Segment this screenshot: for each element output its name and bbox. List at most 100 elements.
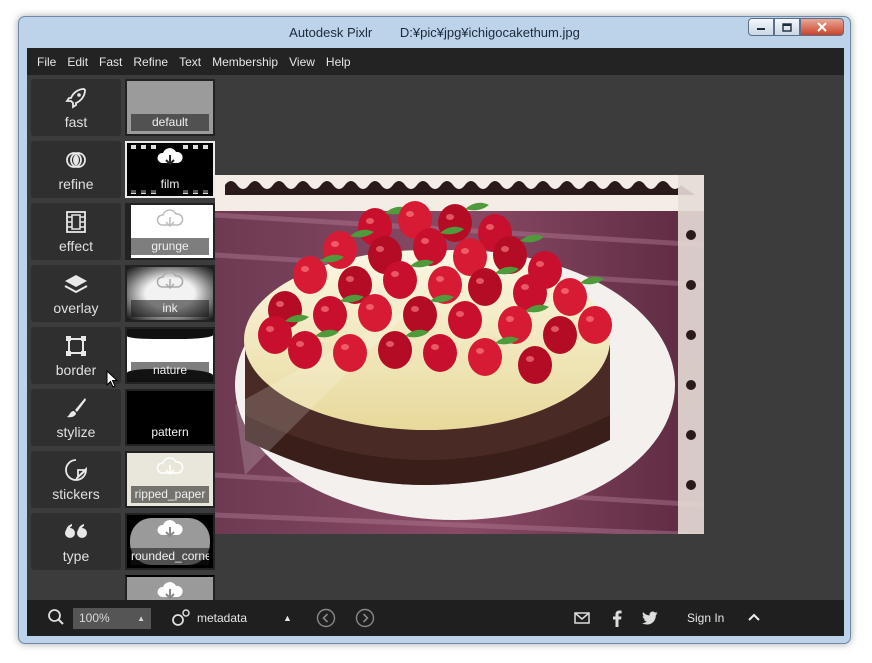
preset-label: default <box>131 114 209 131</box>
menu-text[interactable]: Text <box>179 55 201 69</box>
strawberry-highlight <box>406 211 414 217</box>
strawberry <box>448 301 482 339</box>
facebook-icon[interactable] <box>611 610 623 627</box>
sign-in-link[interactable]: Sign In <box>687 611 724 625</box>
caret-up-icon: ▲ <box>137 614 145 623</box>
previous-icon[interactable] <box>316 608 336 628</box>
mouse-cursor-icon <box>106 370 118 388</box>
menu-view[interactable]: View <box>289 55 315 69</box>
strawberry <box>333 334 367 372</box>
strawberry-highlight <box>486 224 494 230</box>
layers-icon <box>64 275 88 294</box>
metadata-label[interactable]: metadata <box>197 611 247 625</box>
menu-refine[interactable]: Refine <box>133 55 168 69</box>
maximize-button[interactable] <box>774 18 800 36</box>
strawberry-highlight <box>461 248 469 254</box>
strawberry <box>543 316 577 354</box>
file-path: D:¥pic¥jpg¥ichigocakethum.jpg <box>399 25 580 40</box>
strawberry-highlight <box>476 278 484 284</box>
pixlr-app: File Edit Fast Refine Text Membership Vi… <box>27 48 844 636</box>
tool-fast[interactable]: fast <box>31 79 121 136</box>
brush-icon <box>67 398 86 418</box>
menu-fast[interactable]: Fast <box>99 55 122 69</box>
tool-stylize[interactable]: stylize <box>31 389 121 446</box>
close-button[interactable] <box>800 18 844 36</box>
strawberry-highlight <box>411 306 419 312</box>
tool-stickers[interactable]: stickers <box>31 451 121 508</box>
menu-membership[interactable]: Membership <box>212 55 278 69</box>
strawberry <box>258 316 292 354</box>
menu-help[interactable]: Help <box>326 55 351 69</box>
preset-label: ripped_paper <box>131 486 209 503</box>
strawberry-highlight <box>296 341 304 347</box>
border-presets-strip: default film grunge ink nature pattern r… <box>125 79 215 614</box>
zoom-value: 100% <box>79 611 110 625</box>
menu-bar: File Edit Fast Refine Text Membership Vi… <box>27 48 844 75</box>
strawberry <box>358 294 392 332</box>
minimize-button[interactable] <box>748 18 774 36</box>
strawberry-highlight <box>366 304 374 310</box>
rocket-icon <box>65 88 86 109</box>
preset-label: ink <box>131 300 209 317</box>
tool-fast-label: fast <box>64 114 88 130</box>
menu-file[interactable]: File <box>37 55 56 69</box>
strawberry-highlight <box>386 341 394 347</box>
twitter-icon[interactable] <box>642 611 658 625</box>
strawberry <box>378 331 412 369</box>
window-title: Autodesk Pixlr D:¥pic¥jpg¥ichigocakethum… <box>19 25 850 40</box>
strawberry-highlight <box>501 246 509 252</box>
border-preset-default[interactable]: default <box>125 79 215 136</box>
cloud-download-icon <box>157 148 183 166</box>
tool-refine[interactable]: refine <box>31 141 121 198</box>
border-preset-ink[interactable]: ink <box>125 265 215 322</box>
border-preset-pattern[interactable]: pattern <box>125 389 215 446</box>
tool-effect-label: effect <box>59 238 93 254</box>
strawberry-highlight <box>476 348 484 354</box>
border-preset-rounded-corners[interactable]: rounded_corne <box>125 513 215 570</box>
cloud-download-icon <box>156 209 184 228</box>
menu-edit[interactable]: Edit <box>67 55 88 69</box>
strawberry-highlight <box>526 356 534 362</box>
refine-circles-icon <box>66 152 86 168</box>
email-icon[interactable] <box>574 611 590 625</box>
border-preset-ripped-paper[interactable]: ripped_paper <box>125 451 215 508</box>
strawberry-highlight <box>376 246 384 252</box>
image-canvas[interactable] <box>215 175 704 534</box>
strawberry-highlight <box>446 214 454 220</box>
zoom-magnifier-icon[interactable] <box>47 608 65 626</box>
border-preset-grunge[interactable]: grunge <box>125 203 215 260</box>
strawberry-highlight <box>561 288 569 294</box>
border-preset-nature[interactable]: nature <box>125 327 215 384</box>
preset-label: grunge <box>131 238 209 255</box>
zoom-select[interactable]: 100% ▲ <box>73 608 151 629</box>
preset-label: rounded_corne <box>131 548 209 565</box>
strawberry-highlight <box>521 284 529 290</box>
strawberry-highlight <box>266 326 274 332</box>
preset-label: pattern <box>151 425 189 439</box>
strawberry-highlight <box>456 311 464 317</box>
caret-up-icon[interactable]: ▲ <box>283 613 292 623</box>
strawberry-highlight <box>301 266 309 272</box>
tool-overlay[interactable]: overlay <box>31 265 121 322</box>
strawberry <box>313 296 347 334</box>
tool-effect[interactable]: effect <box>31 203 121 260</box>
tool-panel: fast refine effect overlay border styliz… <box>31 79 121 575</box>
app-window: Autodesk Pixlr D:¥pic¥jpg¥ichigocakethum… <box>18 16 851 644</box>
strawberry <box>553 278 587 316</box>
close-icon <box>817 22 827 32</box>
strawberry <box>518 346 552 384</box>
preset-label: film <box>131 176 209 193</box>
title-bar[interactable]: Autodesk Pixlr D:¥pic¥jpg¥ichigocakethum… <box>19 17 850 47</box>
strawberry <box>423 334 457 372</box>
border-preset-film[interactable]: film <box>125 141 215 198</box>
strawberry-highlight <box>551 326 559 332</box>
tool-type[interactable]: type <box>31 513 121 570</box>
next-icon[interactable] <box>355 608 375 628</box>
metadata-icon[interactable] <box>171 608 191 628</box>
cloud-download-icon <box>156 457 184 476</box>
tool-refine-label: refine <box>58 176 94 192</box>
chevron-up-icon[interactable] <box>747 612 761 622</box>
minimize-icon <box>757 28 765 30</box>
strawberry <box>288 331 322 369</box>
bottom-bar: 100% ▲ metadata ▲ Sign In <box>27 600 844 636</box>
